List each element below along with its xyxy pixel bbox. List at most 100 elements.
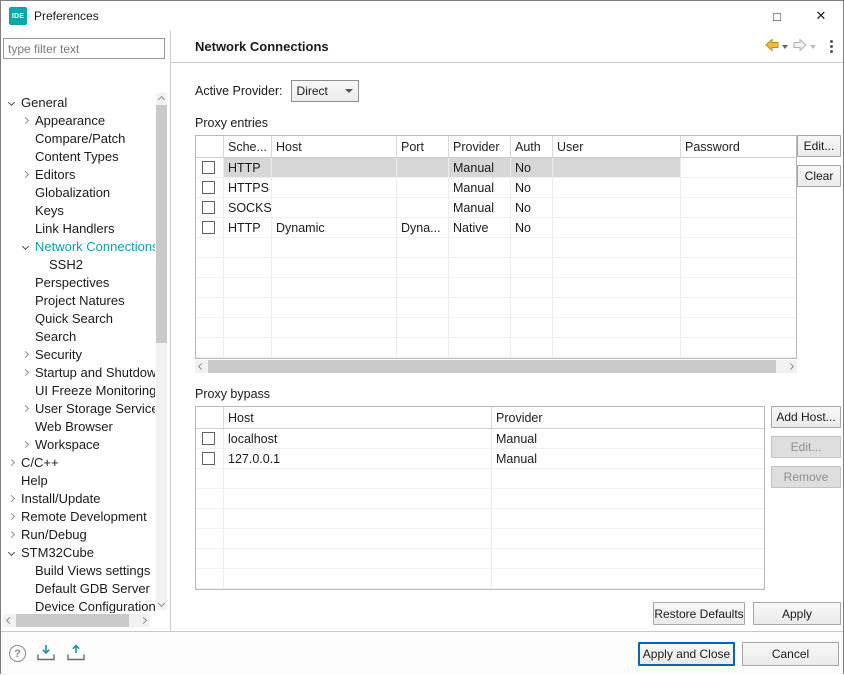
column-header[interactable] [196, 407, 224, 428]
expand-chevron-icon[interactable] [19, 406, 32, 411]
filter-input[interactable] [3, 38, 165, 59]
scroll-left-button[interactable] [195, 360, 208, 373]
vertical-scroll-thumb[interactable] [156, 105, 167, 343]
row-checkbox-cell[interactable] [196, 198, 224, 217]
table-row[interactable]: SOCKSManualNo [196, 198, 796, 218]
scroll-right-button[interactable] [137, 614, 150, 627]
column-header[interactable]: Host [224, 407, 492, 428]
table-row[interactable]: localhostManual [196, 429, 764, 449]
export-preferences-button[interactable] [66, 644, 86, 664]
expand-chevron-icon[interactable] [5, 514, 18, 519]
expand-chevron-icon[interactable] [19, 118, 32, 123]
row-checkbox-cell[interactable] [196, 429, 224, 448]
row-checkbox[interactable] [202, 181, 215, 194]
collapse-chevron-icon[interactable] [5, 100, 18, 105]
sidebar-item-editors[interactable]: Editors [1, 165, 155, 183]
clear-proxy-button[interactable]: Clear [797, 165, 841, 187]
column-header[interactable]: Sche... [224, 136, 272, 157]
row-checkbox[interactable] [202, 432, 215, 445]
table-row[interactable]: HTTPDynamicDyna...NativeNo [196, 218, 796, 238]
column-header[interactable]: Provider [449, 136, 511, 157]
sidebar-item-compare-patch[interactable]: Compare/Patch [1, 129, 155, 147]
sidebar-item-stm32cube[interactable]: STM32Cube [1, 543, 155, 561]
sidebar-item-general[interactable]: General [1, 93, 155, 111]
help-button[interactable]: ? [9, 645, 26, 662]
sidebar-item-link-handlers[interactable]: Link Handlers [1, 219, 155, 237]
edit-host-button[interactable]: Edit... [771, 436, 841, 458]
sidebar-item-user-storage-service[interactable]: User Storage Service [1, 399, 155, 417]
collapse-chevron-icon[interactable] [5, 550, 18, 555]
cancel-button[interactable]: Cancel [742, 642, 839, 666]
sidebar-item-ui-freeze-monitoring[interactable]: UI Freeze Monitoring [1, 381, 155, 399]
row-checkbox[interactable] [202, 221, 215, 234]
apply-button[interactable]: Apply [753, 602, 841, 625]
sidebar-item-c-c-[interactable]: C/C++ [1, 453, 155, 471]
back-history-dropdown-icon[interactable] [782, 45, 788, 49]
column-header[interactable]: Host [272, 136, 397, 157]
sidebar-item-content-types[interactable]: Content Types [1, 147, 155, 165]
expand-chevron-icon[interactable] [5, 460, 18, 465]
column-header[interactable]: Port [397, 136, 449, 157]
sidebar-item-globalization[interactable]: Globalization [1, 183, 155, 201]
restore-defaults-button[interactable]: Restore Defaults [653, 602, 745, 625]
sidebar-item-workspace[interactable]: Workspace [1, 435, 155, 453]
view-menu-icon[interactable] [830, 40, 833, 53]
expand-chevron-icon[interactable] [5, 496, 18, 501]
sidebar-item-remote-development[interactable]: Remote Development [1, 507, 155, 525]
table-row[interactable]: HTTPManualNo [196, 158, 796, 178]
sidebar-item-keys[interactable]: Keys [1, 201, 155, 219]
sidebar-item-install-update[interactable]: Install/Update [1, 489, 155, 507]
expand-chevron-icon[interactable] [5, 532, 18, 537]
maximize-button[interactable]: □ [755, 1, 799, 31]
sidebar-item-help[interactable]: Help [1, 471, 155, 489]
column-header[interactable]: Auth [511, 136, 553, 157]
proxy-entries-horizontal-scrollbar[interactable] [195, 360, 797, 373]
remove-host-button[interactable]: Remove [771, 466, 841, 488]
scroll-left-button[interactable] [3, 614, 16, 627]
column-header[interactable]: Password [681, 136, 796, 157]
sidebar-item-perspectives[interactable]: Perspectives [1, 273, 155, 291]
row-checkbox-cell[interactable] [196, 218, 224, 237]
sidebar-item-default-gdb-server[interactable]: Default GDB Server [1, 579, 155, 597]
row-checkbox-cell[interactable] [196, 178, 224, 197]
table-row[interactable]: HTTPSManualNo [196, 178, 796, 198]
sidebar-vertical-scrollbar[interactable] [156, 93, 167, 610]
row-checkbox[interactable] [202, 201, 215, 214]
row-checkbox[interactable] [202, 452, 215, 465]
close-button[interactable]: ✕ [799, 1, 843, 31]
expand-chevron-icon[interactable] [19, 442, 32, 447]
back-button[interactable] [764, 37, 780, 56]
proxy-bypass-table[interactable]: HostProviderlocalhostManual127.0.0.1Manu… [195, 406, 765, 590]
expand-chevron-icon[interactable] [19, 172, 32, 177]
sidebar-item-build-views-settings[interactable]: Build Views settings [1, 561, 155, 579]
sidebar-item-run-debug[interactable]: Run/Debug [1, 525, 155, 543]
scroll-right-button[interactable] [784, 360, 797, 373]
sidebar-item-ssh2[interactable]: SSH2 [1, 255, 155, 273]
row-checkbox[interactable] [202, 161, 215, 174]
row-checkbox-cell[interactable] [196, 158, 224, 177]
column-header[interactable] [196, 136, 224, 157]
column-header[interactable]: Provider [492, 407, 764, 428]
sidebar-item-quick-search[interactable]: Quick Search [1, 309, 155, 327]
sidebar-horizontal-scrollbar[interactable] [3, 614, 150, 627]
expand-chevron-icon[interactable] [19, 352, 32, 357]
forward-history-dropdown-icon[interactable] [810, 45, 816, 49]
sidebar-item-project-natures[interactable]: Project Natures [1, 291, 155, 309]
sidebar-item-startup-and-shutdown[interactable]: Startup and Shutdown [1, 363, 155, 381]
column-header[interactable]: User [553, 136, 681, 157]
active-provider-select[interactable]: Direct [291, 80, 359, 102]
scroll-down-button[interactable] [155, 597, 168, 610]
apply-and-close-button[interactable]: Apply and Close [638, 642, 735, 666]
sidebar-item-web-browser[interactable]: Web Browser [1, 417, 155, 435]
sidebar-item-appearance[interactable]: Appearance [1, 111, 155, 129]
edit-proxy-button[interactable]: Edit... [797, 135, 841, 157]
horizontal-scroll-thumb[interactable] [16, 614, 129, 627]
proxy-entries-table[interactable]: Sche...HostPortProviderAuthUserPasswordH… [195, 135, 797, 359]
table-row[interactable]: 127.0.0.1Manual [196, 449, 764, 469]
add-host-button[interactable]: Add Host... [771, 406, 841, 428]
horizontal-scroll-thumb[interactable] [208, 360, 776, 373]
forward-button[interactable] [792, 37, 808, 56]
expand-chevron-icon[interactable] [19, 370, 32, 375]
title-bar[interactable]: IDE Preferences □ ✕ [1, 1, 843, 31]
sidebar-item-network-connections[interactable]: Network Connections [1, 237, 155, 255]
